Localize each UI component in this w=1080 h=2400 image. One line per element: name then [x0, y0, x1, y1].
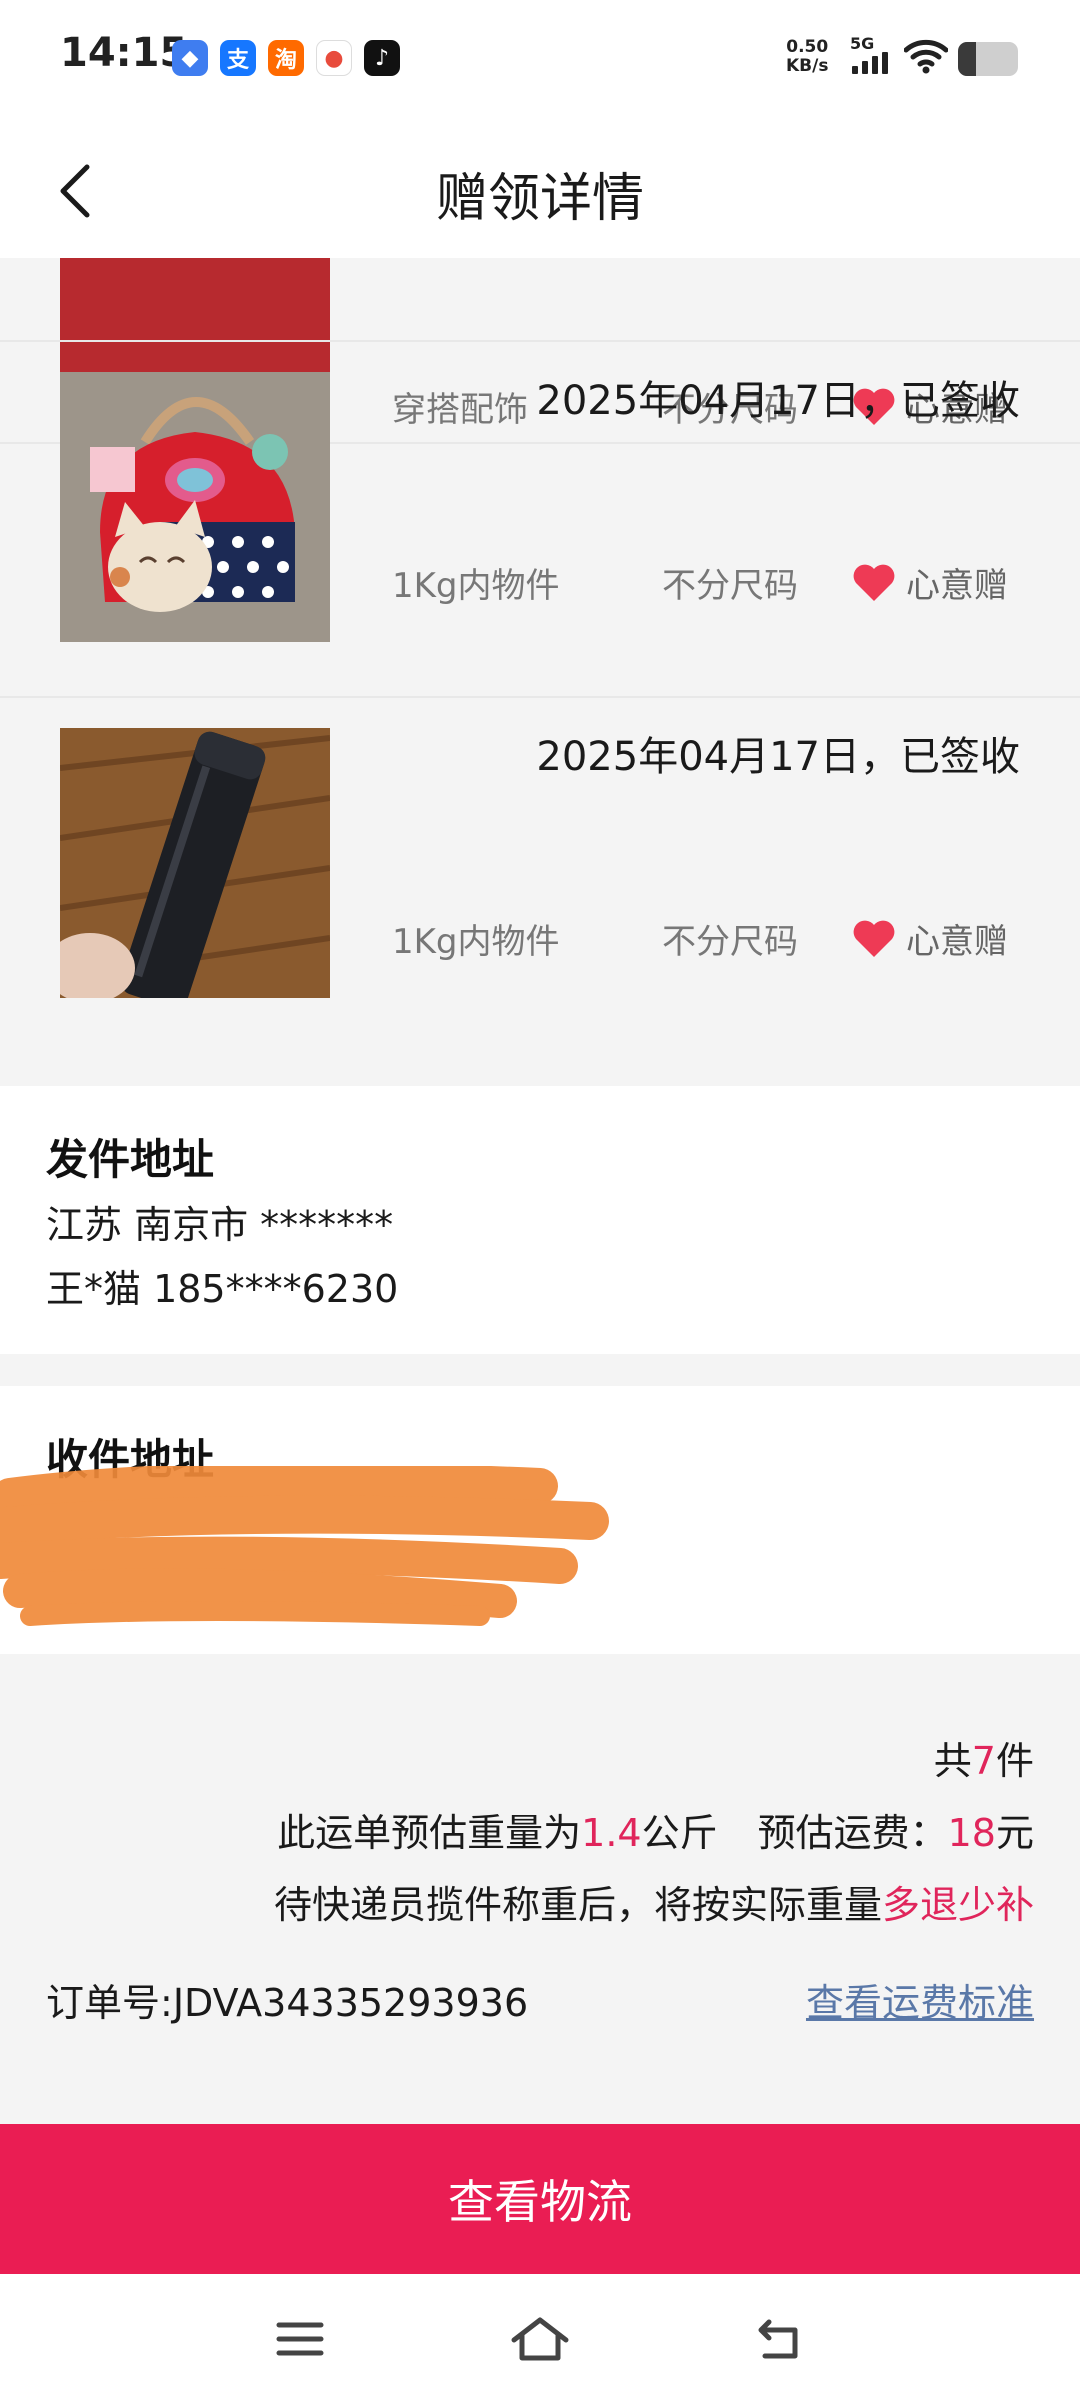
item-thumbnail [60, 728, 330, 998]
item-thumbnail [60, 372, 330, 642]
status-time: 14:15 [60, 30, 188, 76]
order-label: 订单号: [46, 1981, 173, 2025]
fee-value: 18 [947, 1811, 996, 1855]
gift-type-label: 心意赠 [906, 566, 1008, 606]
network-type: 5G [850, 34, 875, 53]
douyin-app-icon: ♪ [364, 40, 400, 76]
count-prefix: 共 [933, 1739, 972, 1783]
thermos-image [60, 728, 330, 998]
menu-button[interactable] [260, 2304, 340, 2374]
heart-icon [853, 920, 895, 957]
item-weight: 1Kg内物件 [392, 922, 560, 962]
menu-icon [276, 2322, 324, 2356]
gift-type-label: 心意赠 [906, 922, 1008, 962]
taobao-app-icon: 淘 [268, 40, 304, 76]
browser-app-icon: ◆ [172, 40, 208, 76]
item-gift-tag: 心意赠 [852, 558, 1008, 607]
battery-fill [958, 42, 976, 76]
view-logistics-button[interactable]: 查看物流 [0, 2124, 1080, 2274]
heart-icon [853, 564, 895, 601]
home-button[interactable] [500, 2304, 580, 2374]
fee-standard-link[interactable]: 查看运费标准 [806, 1972, 1034, 2027]
signal-icon [852, 52, 888, 74]
count-value: 7 [971, 1739, 996, 1783]
redaction-scribble [0, 1466, 609, 1626]
status-bar: 14:15 ◆ 支 淘 ● ♪ 0.50 KB/s 5G [0, 0, 1080, 120]
net-speed-value: 0.50 [786, 37, 829, 57]
sender-address-card: 发件地址 江苏 南京市 ******* 王*猫 185****6230 [0, 1086, 1080, 1354]
back-nav-button[interactable] [740, 2304, 820, 2374]
notification-icons: ◆ 支 淘 ● ♪ [172, 40, 400, 76]
list-item[interactable]: 2025年04月17日，已签收 1Kg内物件 不分尺码 心意赠 [0, 696, 1080, 1084]
list-item[interactable]: 2025年04月17日，已签收 1Kg内物件 不分尺码 心意赠 [0, 340, 1080, 694]
map-app-icon: ● [316, 40, 352, 76]
page-title: 赠领详情 [435, 169, 644, 229]
sender-contact: 王*猫 185****6230 [46, 1267, 399, 1311]
weight-prefix: 此运单预估重量为 [277, 1811, 582, 1855]
weight-value: 1.4 [581, 1811, 642, 1855]
fee-unit: 元 [995, 1811, 1034, 1855]
receiver-address-card: 收件地址 [0, 1386, 1080, 1654]
return-icon [758, 2319, 798, 2359]
weight-fee-line: 此运单预估重量为1.4公斤 预估运费：18元 [277, 1802, 1034, 1857]
item-status: 2025年04月17日，已签收 [536, 378, 1020, 424]
sender-address: 江苏 南京市 ******* [46, 1203, 394, 1247]
home-icon [511, 2317, 569, 2361]
battery-icon [958, 42, 1018, 76]
wifi-icon [904, 39, 948, 74]
order-number: 订单号:JDVA34335293936 [46, 1972, 528, 2027]
cat-bag-image [60, 372, 330, 642]
note-highlight: 多退少补 [881, 1883, 1034, 1927]
item-list: 穿搭配饰 不分尺码 心意赠 2025年04月17日，已签收 1Kg内物件 不分尺… [0, 258, 1080, 1086]
weight-unit: 公斤 [641, 1811, 718, 1855]
sender-title: 发件地址 [46, 1135, 215, 1184]
net-speed: 0.50 KB/s [786, 38, 828, 76]
item-size: 不分尺码 [662, 922, 798, 962]
net-speed-unit: KB/s [786, 56, 829, 76]
page-header: 赠领详情 [0, 120, 1080, 258]
item-weight: 1Kg内物件 [392, 566, 560, 606]
item-status: 2025年04月17日，已签收 [536, 734, 1020, 780]
note-text: 待快递员揽件称重后，将按实际重量 [273, 1883, 882, 1927]
item-size: 不分尺码 [662, 566, 798, 606]
item-count: 共7件 [934, 1730, 1034, 1785]
alipay-app-icon: 支 [220, 40, 256, 76]
count-suffix: 件 [995, 1739, 1034, 1783]
item-gift-tag: 心意赠 [852, 914, 1008, 963]
weight-note: 待快递员揽件称重后，将按实际重量多退少补 [274, 1874, 1034, 1929]
system-nav-bar [0, 2274, 1080, 2400]
order-value: JDVA34335293936 [172, 1981, 529, 2025]
fee-prefix: 预估运费： [757, 1811, 948, 1855]
